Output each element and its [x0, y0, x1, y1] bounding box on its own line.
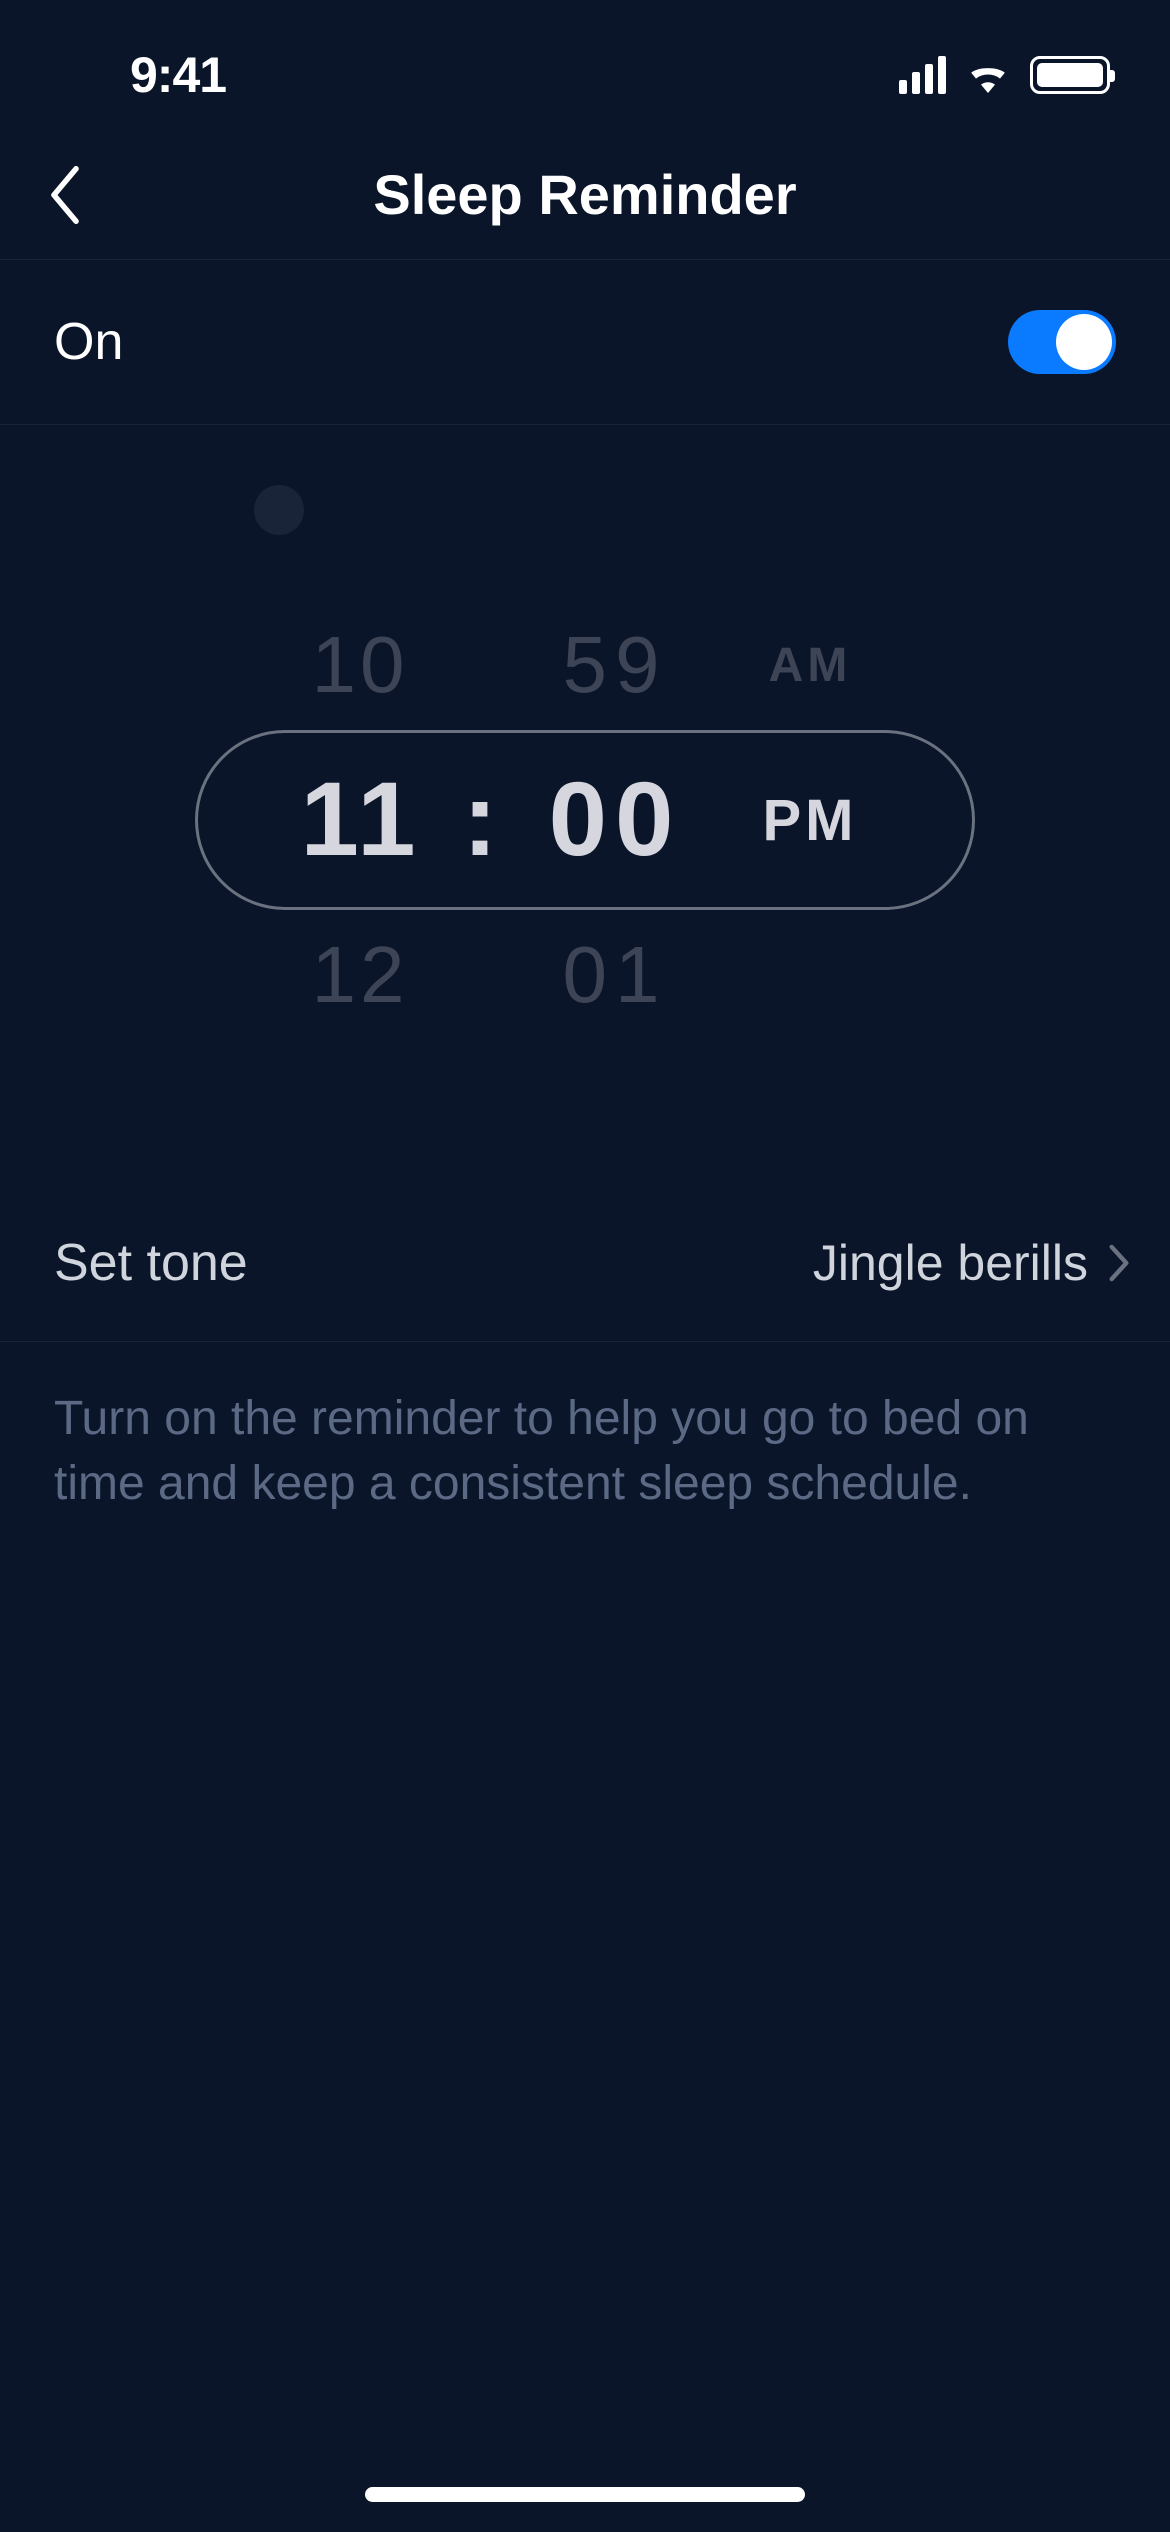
- picker-dot-icon: [254, 485, 304, 535]
- picker-next-row: 12 : 01: [195, 915, 975, 1035]
- selected-minute[interactable]: 00: [510, 760, 720, 880]
- set-tone-row[interactable]: Set tone Jingle berills: [0, 1185, 1170, 1342]
- home-indicator[interactable]: [365, 2487, 805, 2502]
- selected-meridiem[interactable]: PM: [720, 787, 900, 854]
- chevron-right-icon: [1108, 1244, 1130, 1282]
- next-minute: 01: [510, 929, 720, 1021]
- cellular-signal-icon: [899, 56, 946, 94]
- status-time: 9:41: [130, 46, 226, 104]
- prev-hour: 10: [270, 619, 450, 711]
- battery-icon: [1030, 56, 1110, 94]
- toggle-knob: [1056, 314, 1112, 370]
- time-separator: :: [450, 760, 510, 880]
- prev-minute: 59: [510, 619, 720, 711]
- next-hour: 12: [270, 929, 450, 1021]
- selected-hour[interactable]: 11: [270, 760, 450, 880]
- reminder-toggle[interactable]: [1008, 310, 1116, 374]
- wifi-icon: [964, 57, 1012, 93]
- description-text: Turn on the reminder to help you go to b…: [0, 1342, 1170, 1562]
- status-bar: 9:41: [0, 0, 1170, 130]
- back-button[interactable]: [40, 155, 90, 235]
- page-title: Sleep Reminder: [373, 162, 796, 227]
- picker-selected-frame: 11 : 00 PM: [195, 730, 975, 910]
- tone-value: Jingle berills: [813, 1234, 1088, 1292]
- page-header: Sleep Reminder: [0, 130, 1170, 260]
- tone-label: Set tone: [54, 1233, 248, 1293]
- chevron-left-icon: [48, 166, 82, 224]
- time-picker[interactable]: 10 : 59 AM 11 : 00 PM 12 : 01: [0, 425, 1170, 1185]
- prev-meridiem: AM: [720, 638, 900, 693]
- status-icons: [899, 56, 1110, 94]
- reminder-toggle-row: On: [0, 260, 1170, 425]
- tone-value-wrap: Jingle berills: [813, 1234, 1130, 1292]
- toggle-label: On: [54, 312, 123, 372]
- picker-prev-row: 10 : 59 AM: [195, 605, 975, 725]
- picker-selected-row: 11 : 00 PM: [198, 760, 972, 880]
